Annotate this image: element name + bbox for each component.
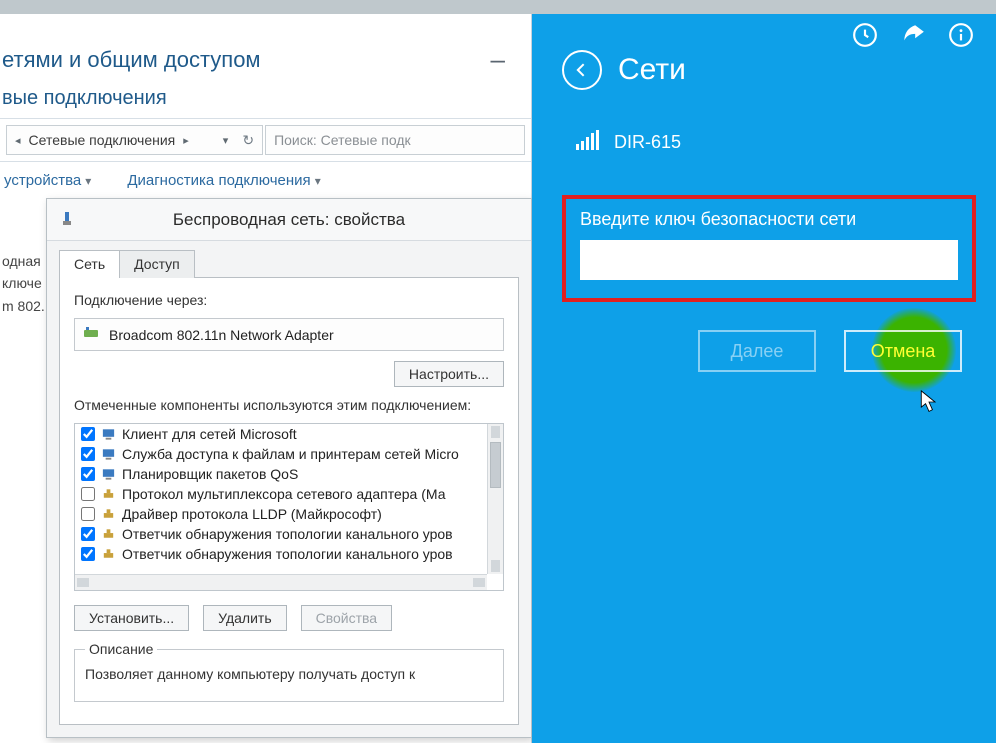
configure-button[interactable]: Настроить... bbox=[394, 361, 504, 387]
address-bar-row: ◂ Сетевые подключения ▸ ▾ ↻ Поиск: Сетев… bbox=[0, 118, 531, 162]
key-prompt-label: Введите ключ безопасности сети bbox=[580, 209, 958, 230]
security-key-block: Введите ключ безопасности сети bbox=[562, 195, 976, 302]
tab-network[interactable]: Сеть bbox=[59, 250, 120, 278]
component-label: Ответчик обнаружения топологии канальног… bbox=[122, 546, 453, 562]
watch-later-icon[interactable] bbox=[852, 22, 878, 48]
network-card-icon bbox=[83, 325, 99, 344]
explorer-toolbar: устройства▾ Диагностика подключения▾ bbox=[0, 162, 531, 195]
network-name: DIR-615 bbox=[614, 132, 681, 153]
component-buttons-row: Установить... Удалить Свойства bbox=[74, 601, 504, 631]
wifi-signal-icon bbox=[576, 130, 600, 155]
chevron-right-icon: ▸ bbox=[183, 134, 189, 147]
tab-body: Подключение через: Broadcom 802.11n Netw… bbox=[59, 277, 519, 725]
description-legend: Описание bbox=[85, 641, 157, 657]
component-checkbox[interactable] bbox=[81, 467, 95, 481]
video-progress-bar bbox=[0, 0, 996, 14]
next-button: Далее bbox=[698, 330, 816, 372]
component-row[interactable]: Клиент для сетей Microsoft bbox=[75, 424, 487, 444]
component-row[interactable]: Ответчик обнаружения топологии канальног… bbox=[75, 524, 487, 544]
toolbar-item-diagnostics[interactable]: Диагностика подключения▾ bbox=[127, 172, 320, 189]
component-row[interactable]: Драйвер протокола LLDP (Майкрософт) bbox=[75, 504, 487, 524]
charm-buttons: Далее Отмена bbox=[532, 302, 996, 372]
minimize-icon[interactable]: – bbox=[491, 44, 505, 75]
component-checkbox[interactable] bbox=[81, 427, 95, 441]
components-label: Отмеченные компоненты используются этим … bbox=[74, 397, 504, 413]
left-clipped-text: одная ключе m 802. bbox=[0, 250, 46, 317]
adapter-icon bbox=[57, 209, 77, 229]
install-button[interactable]: Установить... bbox=[74, 605, 189, 631]
properties-dialog: Беспроводная сеть: свойства Сеть Доступ … bbox=[46, 198, 532, 738]
tab-access[interactable]: Доступ bbox=[119, 250, 195, 278]
breadcrumb-label: Сетевые подключения bbox=[29, 132, 176, 148]
component-checkbox[interactable] bbox=[81, 547, 95, 561]
dropdown-chevron-icon[interactable]: ▾ bbox=[223, 134, 229, 147]
component-row[interactable]: Протокол мультиплексора сетевого адаптер… bbox=[75, 484, 487, 504]
description-text: Позволяет данному компьютеру получать до… bbox=[85, 665, 493, 685]
breadcrumb[interactable]: ◂ Сетевые подключения ▸ ▾ ↻ bbox=[6, 125, 263, 155]
toolbar-item-devices[interactable]: устройства▾ bbox=[4, 172, 91, 189]
component-row[interactable]: Служба доступа к файлам и принтерам сете… bbox=[75, 444, 487, 464]
component-label: Протокол мультиплексора сетевого адаптер… bbox=[122, 486, 445, 502]
component-label: Ответчик обнаружения топологии канальног… bbox=[122, 526, 453, 542]
component-type-icon bbox=[101, 467, 116, 482]
component-type-icon bbox=[101, 527, 116, 542]
component-label: Драйвер протокола LLDP (Майкрософт) bbox=[122, 506, 382, 522]
charm-title: Сети bbox=[618, 53, 686, 87]
window-title: вые подключения bbox=[0, 81, 531, 118]
component-checkbox[interactable] bbox=[81, 487, 95, 501]
component-type-icon bbox=[101, 547, 116, 562]
video-overlay-icons bbox=[852, 22, 974, 48]
title-text: етями и общим доступом bbox=[2, 47, 261, 73]
component-checkbox[interactable] bbox=[81, 507, 95, 521]
component-row[interactable]: Планировщик пакетов QoS bbox=[75, 464, 487, 484]
connect-via-label: Подключение через: bbox=[74, 292, 504, 308]
component-checkbox[interactable] bbox=[81, 527, 95, 541]
component-label: Планировщик пакетов QoS bbox=[122, 466, 298, 482]
share-icon[interactable] bbox=[900, 22, 926, 48]
chevron-left-icon: ◂ bbox=[15, 134, 21, 147]
tab-strip: Сеть Доступ bbox=[47, 241, 531, 277]
remove-button[interactable]: Удалить bbox=[203, 605, 286, 631]
mouse-cursor-icon bbox=[920, 390, 938, 414]
cancel-button[interactable]: Отмена bbox=[844, 330, 962, 372]
info-icon[interactable] bbox=[948, 22, 974, 48]
networks-charm-panel: Сети DIR-615 Введите ключ безопасности с… bbox=[532, 14, 996, 743]
component-type-icon bbox=[101, 447, 116, 462]
horizontal-scrollbar[interactable] bbox=[75, 574, 487, 590]
security-key-input[interactable] bbox=[580, 240, 958, 280]
back-button[interactable] bbox=[562, 50, 602, 90]
component-type-icon bbox=[101, 487, 116, 502]
component-label: Клиент для сетей Microsoft bbox=[122, 426, 297, 442]
dialog-title: Беспроводная сеть: свойства bbox=[173, 210, 405, 230]
component-type-icon bbox=[101, 507, 116, 522]
search-box[interactable]: Поиск: Сетевые подк bbox=[265, 125, 525, 155]
components-listbox[interactable]: Клиент для сетей Microsoft Служба доступа… bbox=[74, 423, 504, 591]
adapter-field[interactable]: Broadcom 802.11n Network Adapter bbox=[74, 318, 504, 351]
parent-window-title: етями и общим доступом – bbox=[0, 14, 531, 81]
component-type-icon bbox=[101, 427, 116, 442]
component-checkbox[interactable] bbox=[81, 447, 95, 461]
dialog-titlebar[interactable]: Беспроводная сеть: свойства bbox=[47, 199, 531, 241]
search-placeholder: Поиск: Сетевые подк bbox=[274, 132, 411, 148]
component-label: Служба доступа к файлам и принтерам сете… bbox=[122, 446, 459, 462]
component-row[interactable]: Ответчик обнаружения топологии канальног… bbox=[75, 544, 487, 564]
properties-button: Свойства bbox=[301, 605, 392, 631]
network-entry[interactable]: DIR-615 bbox=[532, 100, 996, 165]
description-group: Описание Позволяет данному компьютеру по… bbox=[74, 641, 504, 702]
vertical-scrollbar[interactable] bbox=[487, 424, 503, 574]
refresh-icon[interactable]: ↻ bbox=[242, 132, 254, 149]
adapter-name: Broadcom 802.11n Network Adapter bbox=[109, 327, 334, 343]
